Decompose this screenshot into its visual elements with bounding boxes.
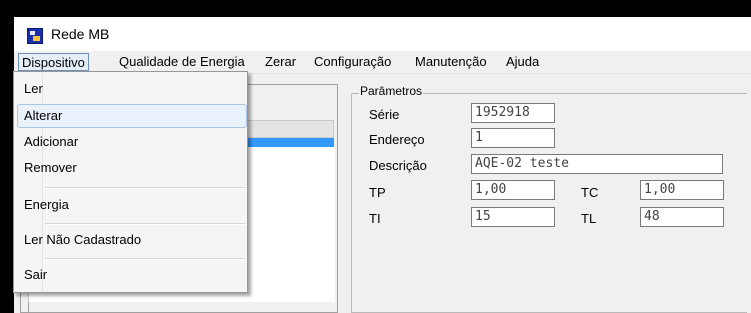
menu-separator: [45, 187, 245, 189]
tp-field[interactable]: 1,00: [471, 180, 555, 200]
menu-item-ler[interactable]: Ler: [24, 81, 43, 96]
menu-item-ler-nao-cadastrado[interactable]: Ler Não Cadastrado: [24, 232, 141, 247]
title-bar[interactable]: Rede MB: [14, 17, 751, 51]
menu-item-energia[interactable]: Energia: [24, 197, 69, 212]
menu-ajuda[interactable]: Ajuda: [503, 53, 542, 71]
descricao-field[interactable]: AQE-02 teste: [471, 154, 723, 174]
endereco-label: Endereço: [369, 132, 425, 147]
tc-field[interactable]: 1,00: [640, 180, 724, 200]
serie-label: Série: [369, 107, 400, 122]
tc-label: TC: [581, 185, 599, 200]
tp-label: TP: [369, 185, 386, 200]
parametros-group: [351, 93, 747, 313]
menu-item-adicionar[interactable]: Adicionar: [24, 134, 78, 149]
menu-qualidade-de-energia[interactable]: Qualidade de Energia: [116, 53, 248, 71]
window-title: Rede MB: [51, 26, 110, 42]
ti-field[interactable]: 15: [471, 207, 555, 227]
menu-zerar[interactable]: Zerar: [262, 53, 299, 71]
menu-separator: [45, 258, 245, 260]
parametros-title: Parâmetros: [359, 84, 424, 98]
menu-item-sair[interactable]: Sair: [24, 267, 47, 282]
menu-configuracao[interactable]: Configuração: [311, 53, 394, 71]
menu-manutencao[interactable]: Manutenção: [412, 53, 490, 71]
app-icon: [27, 28, 43, 44]
menu-separator: [45, 223, 245, 225]
endereco-field[interactable]: 1: [471, 128, 555, 148]
menu-item-remover[interactable]: Remover: [24, 160, 77, 175]
ti-label: TI: [369, 211, 381, 226]
serie-field[interactable]: 1952918: [471, 103, 555, 123]
tl-field[interactable]: 48: [640, 207, 724, 227]
menu-item-alterar[interactable]: Alterar: [24, 108, 62, 123]
menu-dispositivo[interactable]: Dispositivo: [18, 53, 89, 71]
tl-label: TL: [581, 211, 597, 226]
descricao-label: Descrição: [369, 158, 427, 173]
